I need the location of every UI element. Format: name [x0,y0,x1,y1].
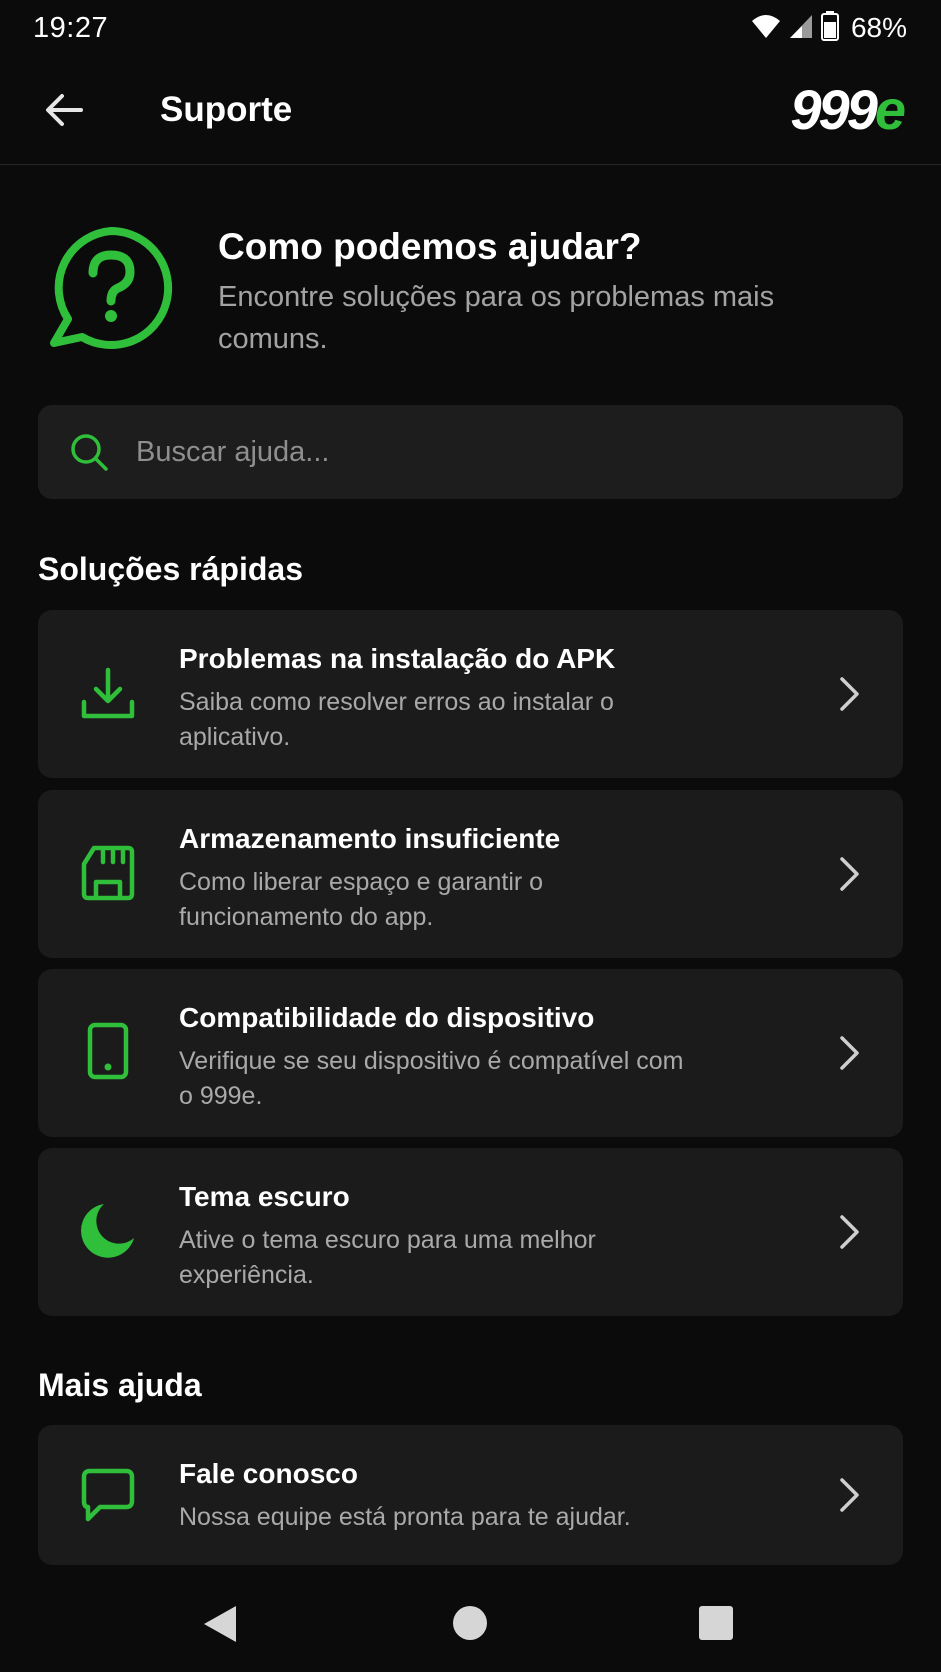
chevron-right-icon [840,857,859,891]
card-description: Saiba como resolver erros ao instalar o … [179,688,614,751]
status-time: 19:27 [33,11,109,44]
section-heading-quick-solutions: Soluções rápidas [38,551,303,587]
hero-title: Como podemos ajudar? [218,226,642,267]
system-nav-bar [0,1580,941,1672]
help-chat-icon [50,226,173,349]
solution-card-compatibility[interactable]: Compatibilidade do dispositivo Verifique… [38,969,903,1137]
sd-card-icon [81,845,135,901]
chevron-right-icon [840,1478,859,1512]
card-description: Verifique se seu dispositivo é compatíve… [179,1047,684,1110]
card-description: Ative o tema escuro para uma melhor expe… [179,1226,596,1289]
arrow-left-icon [46,94,83,126]
solution-card-storage[interactable]: Armazenamento insuficiente Como liberar … [38,790,903,958]
page-title: Suporte [160,90,293,129]
cell-signal-icon [789,13,813,44]
logo-digits: 999 [790,78,877,141]
help-hero: Como podemos ajudar? Encontre soluções p… [0,165,941,405]
back-button[interactable] [40,86,88,134]
search-input[interactable] [136,423,876,481]
solution-card-dark-theme[interactable]: Tema escuro Ative o tema escuro para uma… [38,1148,903,1316]
card-title: Tema escuro [179,1181,350,1212]
hero-subtitle: Encontre soluções para os problemas mais… [218,281,775,355]
nav-recents-icon[interactable] [699,1606,733,1640]
search-icon [71,434,108,471]
phone-device-icon [87,1022,129,1080]
card-description: Nossa equipe está pronta para te ajudar. [179,1503,631,1531]
status-icons: 68% [751,10,907,46]
contact-us-card[interactable]: Fale conosco Nossa equipe está pronta pa… [38,1425,903,1565]
download-icon [81,667,135,719]
status-bar: 19:27 68% [0,0,941,56]
card-title: Fale conosco [179,1458,358,1489]
moon-icon [81,1204,134,1258]
app-bar: Suporte 999e [0,56,941,165]
chevron-right-icon [840,1215,859,1249]
chevron-right-icon [840,1036,859,1070]
battery-percent: 68% [850,12,907,43]
nav-home-icon[interactable] [453,1606,487,1640]
solution-card-apk-install[interactable]: Problemas na instalação do APK Saiba com… [38,610,903,778]
brand-logo: 999e [790,78,906,142]
search-box[interactable] [38,405,903,499]
battery-icon [820,10,839,46]
chevron-right-icon [840,677,859,711]
wifi-icon [751,13,781,44]
section-heading-more-help: Mais ajuda [38,1367,202,1403]
card-title: Problemas na instalação do APK [179,643,616,674]
card-title: Compatibilidade do dispositivo [179,1002,595,1033]
chat-bubble-icon [81,1468,135,1522]
card-description: Como liberar espaço e garantir o funcion… [179,868,544,931]
logo-accent: e [874,78,906,141]
nav-back-icon[interactable] [200,1602,240,1646]
card-title: Armazenamento insuficiente [179,823,561,854]
support-screen: 19:27 68% Suporte 999e Como podemos ajud… [0,0,941,1672]
